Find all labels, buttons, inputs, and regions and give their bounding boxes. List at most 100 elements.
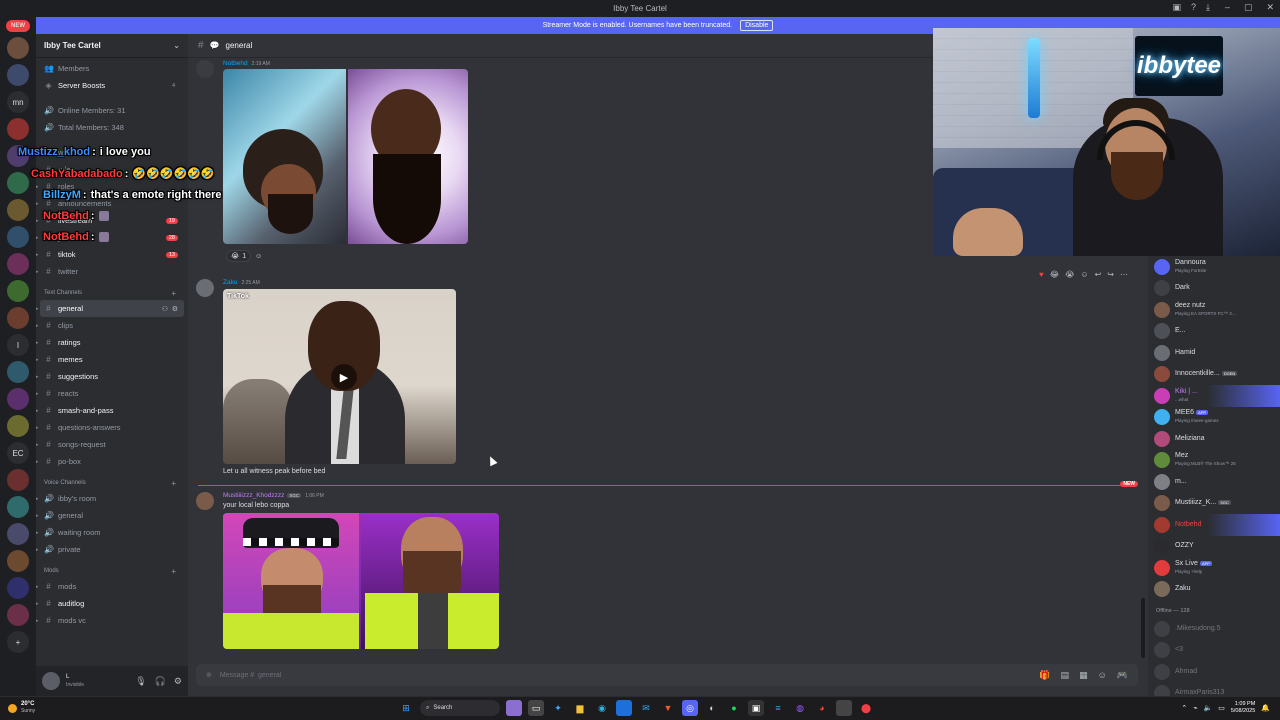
gift-icon[interactable]: 🎁 [1039, 670, 1050, 681]
gear-icon[interactable]: ⚙ [172, 305, 178, 313]
headphones-icon[interactable]: 🎧 [155, 676, 166, 687]
apps-icon[interactable]: 🎮 [1117, 670, 1128, 681]
member-item[interactable]: AirmaxParis313 [1148, 683, 1280, 696]
channel-item[interactable]: ▸ # twitter [36, 263, 184, 280]
download-icon[interactable]: ⤓ [1206, 2, 1210, 13]
battery-icon[interactable]: ▭ [1218, 704, 1225, 712]
avatar[interactable] [196, 492, 214, 510]
vscode-icon[interactable]: ≡ [770, 700, 786, 716]
stat-total-members[interactable]: 🔊 Total Members: 348 [40, 119, 184, 136]
channel-item[interactable]: ▸ # po-box [36, 453, 184, 470]
emoji-icon[interactable]: 😂 [1050, 270, 1059, 279]
message-input[interactable] [219, 671, 420, 679]
new-badge[interactable]: NEW [6, 20, 30, 32]
server-icon[interactable] [7, 361, 29, 383]
minimize-button[interactable]: – [1225, 2, 1230, 13]
chevron-up-icon[interactable]: ⌃ [1181, 704, 1187, 712]
maximize-button[interactable]: ▢ [1244, 2, 1253, 13]
server-icon[interactable] [7, 577, 29, 599]
add-channel-icon[interactable]: + [171, 289, 176, 298]
channel-item[interactable]: ▸ # ratings [36, 334, 184, 351]
server-icon[interactable] [7, 199, 29, 221]
channel-item[interactable]: ▸ # questions-answers [36, 419, 184, 436]
member-item[interactable]: MEE6 APP Playing /meee-games [1148, 407, 1280, 429]
server-icon[interactable] [7, 280, 29, 302]
gear-icon[interactable]: ⚙ [174, 676, 182, 687]
video-attachment[interactable]: TikTok ▶ [223, 289, 456, 464]
author-name[interactable]: Mustiiiizzz_Khodzzzz [223, 492, 284, 499]
avatar[interactable] [1154, 620, 1170, 637]
member-item[interactable]: deez nutz Playing EA SPORTS FC™ 2... [1148, 299, 1280, 321]
channel-item[interactable]: ▸ 🔊 general [36, 507, 184, 524]
server-icon[interactable] [7, 523, 29, 545]
channel-item[interactable]: ▸ # reacts [36, 385, 184, 402]
server-icon[interactable] [7, 226, 29, 248]
avatar[interactable] [1154, 280, 1170, 297]
member-item[interactable]: Meliziana [1148, 428, 1280, 450]
add-channel-icon[interactable]: + [171, 567, 176, 576]
message-author[interactable]: Notbehd 2:19 AM [223, 60, 270, 67]
channel-item[interactable]: ▸ # songs-request [36, 436, 184, 453]
gif-icon[interactable]: ▤ [1061, 670, 1070, 681]
server-icon[interactable] [7, 64, 29, 86]
avatar[interactable] [1154, 495, 1170, 512]
emoji-icon[interactable]: 😭 [1065, 270, 1074, 279]
task-view-icon[interactable]: ▭ [528, 700, 544, 716]
edge-icon[interactable]: ◉ [594, 700, 610, 716]
channel-item[interactable]: ▸ 🔊 private [36, 541, 184, 558]
server-icon[interactable] [7, 172, 29, 194]
server-icon[interactable]: I [7, 334, 29, 356]
obs-icon[interactable]: ◍ [792, 700, 808, 716]
server-icon[interactable]: mn [7, 91, 29, 113]
member-item[interactable]: m... [1148, 471, 1280, 493]
member-item[interactable]: OZZY [1148, 536, 1280, 558]
channel-item[interactable]: ▸ # mods [36, 578, 184, 595]
invite-icon[interactable]: ⚇ [162, 305, 168, 313]
channel-item[interactable]: ▸ # tiktok 13 [36, 246, 184, 263]
category-header[interactable]: Mods + [40, 564, 184, 578]
chrome-icon[interactable]: ◕ [814, 700, 830, 716]
channel-item[interactable]: ▸ # general ⚙ ⚇ [36, 300, 184, 317]
emoji-icon[interactable]: ☺ [1098, 670, 1107, 681]
avatar[interactable] [1154, 344, 1170, 361]
app-icon[interactable] [506, 700, 522, 716]
clock[interactable]: 1:09 PM 5/08/2025 [1231, 701, 1255, 715]
avatar[interactable] [1154, 452, 1170, 469]
windows-start-icon[interactable]: ⊞ [398, 700, 414, 716]
avatar[interactable] [1154, 642, 1170, 659]
server-icon[interactable] [7, 118, 29, 140]
taskbar-search[interactable]: ⌕ Search [420, 700, 500, 716]
server-icon[interactable]: EC [7, 442, 29, 464]
message-author[interactable]: Mustiiiizzz_Khodzzzz SGC 1:06 PM [223, 492, 324, 499]
member-item[interactable]: Kiki | ... ...what [1148, 385, 1280, 407]
forward-icon[interactable]: ↪ [1107, 270, 1114, 279]
server-header[interactable]: Ibby Tee Cartel ⌄ [36, 34, 188, 58]
discord-icon[interactable]: ◎ [682, 700, 698, 716]
avatar[interactable] [1154, 516, 1170, 533]
add-reaction-icon[interactable]: ☺ [1080, 270, 1088, 279]
avatar[interactable] [196, 279, 214, 297]
member-item[interactable]: E... [1148, 321, 1280, 343]
weather-widget[interactable]: 20°C Sunny [8, 701, 35, 715]
copilot-icon[interactable]: ✦ [550, 700, 566, 716]
avatar[interactable] [1154, 581, 1170, 598]
network-icon[interactable]: ⌁ [1193, 704, 1197, 712]
channel-item[interactable]: ▸ # smash-and-pass [36, 402, 184, 419]
author-name[interactable]: Notbehd [223, 60, 248, 67]
author-name[interactable]: Zaku [223, 279, 237, 286]
avatar[interactable] [1154, 663, 1170, 680]
channel-item[interactable]: ▸ # memes [36, 351, 184, 368]
avatar[interactable] [1154, 538, 1170, 555]
server-icon[interactable] [7, 415, 29, 437]
channel-item[interactable]: ▸ # mods vc [36, 612, 184, 629]
server-icon[interactable] [7, 496, 29, 518]
server-icon[interactable] [7, 469, 29, 491]
avatar[interactable] [1154, 473, 1170, 490]
scrollbar[interactable] [1141, 598, 1145, 658]
add-reaction-icon[interactable]: ☺ [255, 253, 262, 260]
server-icon[interactable]: + [7, 631, 29, 653]
brave-icon[interactable]: ▼ [660, 700, 676, 716]
server-boosts-item[interactable]: ◈ Server Boosts 4 [40, 77, 184, 94]
disable-button[interactable]: Disable [740, 20, 774, 31]
inbox-icon[interactable]: ▣ [1172, 2, 1181, 13]
